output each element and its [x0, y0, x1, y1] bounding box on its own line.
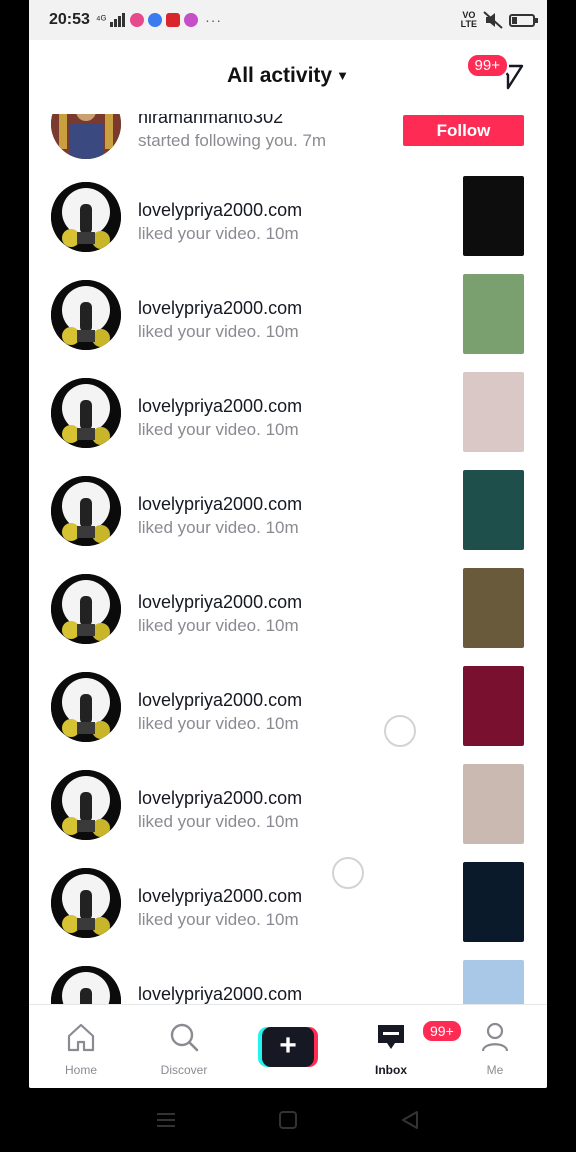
avatar[interactable] [51, 476, 121, 546]
app-notification-icon [148, 13, 163, 27]
touch-indicator [384, 715, 416, 747]
nav-home[interactable]: Home [41, 1005, 121, 1088]
recent-apps-icon[interactable] [154, 1108, 178, 1132]
avatar[interactable] [51, 114, 121, 159]
video-thumbnail[interactable] [463, 764, 524, 844]
username[interactable]: lovelypriya2000.com [138, 592, 302, 613]
avatar[interactable] [51, 966, 121, 1004]
list-item[interactable]: lovelypriya2000.com [29, 960, 547, 1004]
messages-badge: 99+ [465, 53, 509, 78]
nav-inbox[interactable]: Inbox [351, 1005, 431, 1088]
header: All activity ▼ 99+ [29, 40, 547, 114]
username[interactable]: lovelypriya2000.com [138, 396, 302, 417]
username[interactable]: lovelypriya2000.com [138, 984, 302, 1004]
app-notification-icon [184, 13, 199, 27]
follow-button[interactable]: Follow [403, 115, 524, 146]
caret-down-icon: ▼ [336, 68, 349, 83]
avatar[interactable] [51, 672, 121, 742]
nav-label: Home [64, 1063, 97, 1077]
signal-icon [110, 13, 126, 27]
avatar[interactable] [51, 574, 121, 644]
mute-icon [483, 11, 503, 29]
nav-discover[interactable]: Discover [144, 1005, 224, 1088]
app-screen: 20:53 ⁴ᴳ ··· VO LTE All activity ▼ 99+ h… [29, 0, 547, 1088]
username[interactable]: lovelypriya2000.com [138, 690, 302, 711]
list-item[interactable]: lovelypriya2000.com liked your video. 10m [29, 274, 547, 378]
network-icon: ⁴ᴳ [95, 14, 107, 26]
list-item[interactable]: lovelypriya2000.com liked your video. 10m [29, 176, 547, 280]
avatar[interactable] [51, 182, 121, 252]
inbox-icon [378, 1025, 404, 1049]
search-icon [170, 1023, 199, 1052]
list-item[interactable]: lovelypriya2000.com liked your video. 10m [29, 470, 547, 574]
nav-label: Inbox [375, 1063, 407, 1077]
video-thumbnail[interactable] [463, 274, 524, 354]
activity-text: liked your video. 10m [138, 910, 299, 929]
activity-text: liked your video. 10m [138, 322, 299, 341]
page-title: All activity [227, 64, 333, 87]
activity-text: liked your video. 10m [138, 518, 299, 537]
video-thumbnail[interactable] [463, 470, 524, 550]
list-item[interactable]: lovelypriya2000.com liked your video. 10m [29, 862, 547, 966]
activity-list[interactable]: hiramanmanto302 started following you. 7… [29, 114, 547, 1004]
nav-me[interactable]: Me [455, 1005, 535, 1088]
activity-text: started following you. 7m [138, 131, 327, 150]
video-thumbnail[interactable] [463, 568, 524, 648]
status-icons: ⁴ᴳ ··· [96, 12, 222, 28]
home-button-icon[interactable] [276, 1108, 300, 1132]
video-thumbnail[interactable] [463, 960, 524, 1004]
username[interactable]: lovelypriya2000.com [138, 298, 302, 319]
create-button[interactable]: + [258, 1027, 318, 1067]
activity-text: liked your video. 10m [138, 812, 299, 831]
more-notifications-icon: ··· [205, 12, 223, 28]
activity-text: liked your video. 10m [138, 616, 299, 635]
username[interactable]: lovelypriya2000.com [138, 200, 302, 221]
username[interactable]: lovelypriya2000.com [138, 886, 302, 907]
touch-indicator [332, 857, 364, 889]
avatar[interactable] [51, 770, 121, 840]
volte-icon: VO LTE [460, 10, 477, 29]
video-thumbnail[interactable] [463, 176, 524, 256]
avatar[interactable] [51, 868, 121, 938]
video-thumbnail[interactable] [463, 862, 524, 942]
username[interactable]: hiramanmanto302 [138, 114, 283, 128]
status-bar: 20:53 ⁴ᴳ ··· VO LTE [29, 0, 547, 40]
video-thumbnail[interactable] [463, 666, 524, 746]
avatar[interactable] [51, 378, 121, 448]
nav-label: Discover [160, 1063, 208, 1077]
avatar[interactable] [51, 280, 121, 350]
profile-icon [481, 1022, 509, 1052]
back-icon[interactable] [398, 1108, 422, 1132]
plus-icon: + [262, 1027, 314, 1067]
list-item[interactable]: lovelypriya2000.com liked your video. 10m [29, 372, 547, 476]
username[interactable]: lovelypriya2000.com [138, 494, 302, 515]
status-time: 20:53 [49, 11, 90, 28]
activity-text: liked your video. 10m [138, 224, 299, 243]
video-thumbnail[interactable] [463, 372, 524, 452]
username[interactable]: lovelypriya2000.com [138, 788, 302, 809]
app-notification-icon [130, 13, 145, 27]
app-notification-icon [166, 13, 181, 27]
activity-text: liked your video. 10m [138, 714, 299, 733]
nav-label: Me [486, 1063, 504, 1077]
activity-text: liked your video. 10m [138, 420, 299, 439]
battery-icon [509, 13, 538, 27]
bottom-navigation: Home Discover + Inbox 99+ Me [29, 1004, 547, 1088]
system-navigation-bar [0, 1088, 576, 1152]
list-item[interactable]: lovelypriya2000.com liked your video. 10m [29, 764, 547, 868]
list-item[interactable]: lovelypriya2000.com liked your video. 10m [29, 568, 547, 672]
home-icon [67, 1023, 95, 1052]
list-item[interactable]: lovelypriya2000.com liked your video. 10m [29, 666, 547, 770]
